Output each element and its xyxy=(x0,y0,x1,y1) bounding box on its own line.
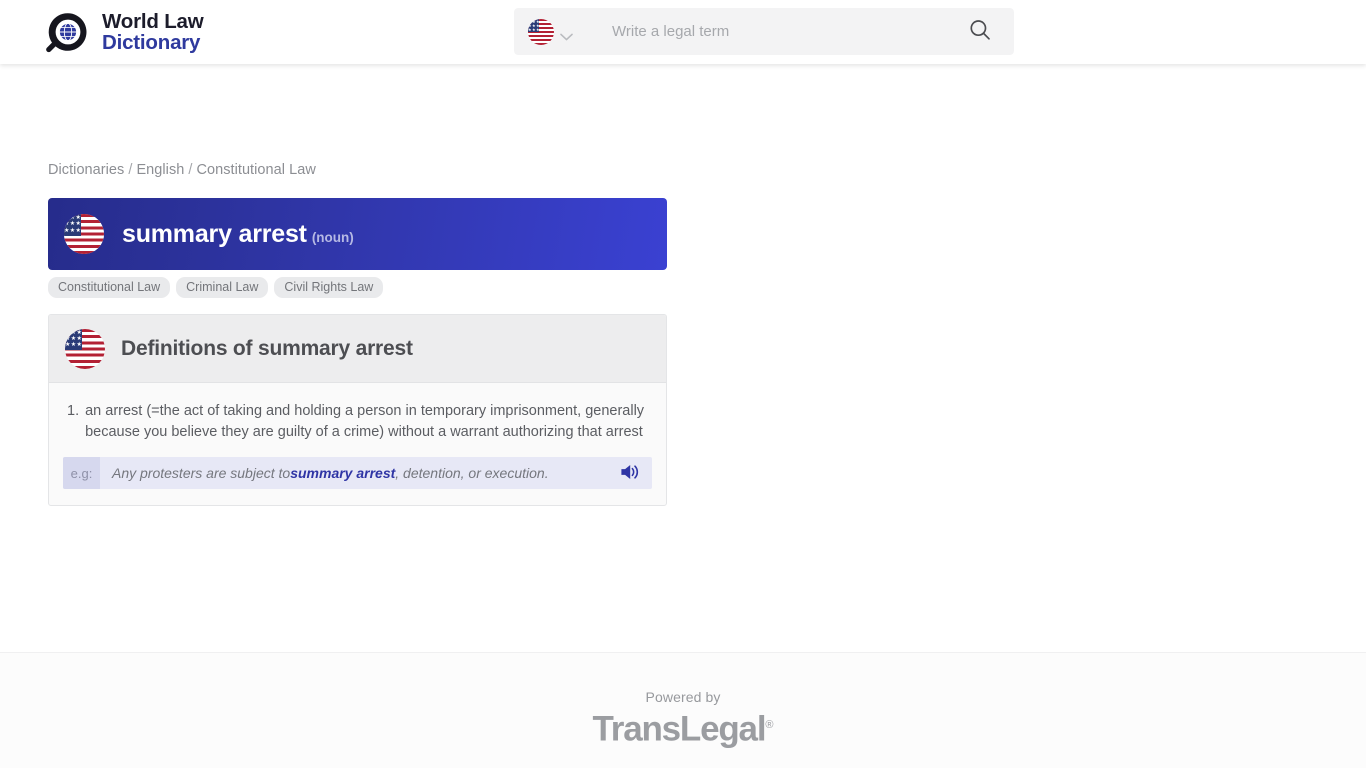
example-text-after: , detention, or execution. xyxy=(395,465,549,481)
definitions-card: ★★★ ★★★ ★★★ Definitions of summary arres… xyxy=(48,314,667,506)
breadcrumb-item-english[interactable]: English xyxy=(136,162,184,178)
site-footer: Powered by TransLegal® xyxy=(0,652,1366,768)
tag-civil-rights-law[interactable]: Civil Rights Law xyxy=(274,277,384,298)
term-title: summary arrest xyxy=(122,219,307,248)
tag-constitutional-law[interactable]: Constitutional Law xyxy=(48,277,171,298)
us-flag-icon: ★★★ ★★★ ★★★ xyxy=(64,214,104,254)
language-selector[interactable]: ★★★ ★★★ ★★★ xyxy=(514,8,590,55)
brand-text: World Law Dictionary xyxy=(102,9,204,54)
definition-text: an arrest (=the act of taking and holdin… xyxy=(85,403,645,440)
chevron-down-icon xyxy=(560,28,573,40)
main-content: Dictionaries / English / Constitutional Law … xyxy=(0,64,1366,652)
play-audio-button[interactable] xyxy=(608,457,652,489)
breadcrumb: Dictionaries / English / Constitutional Law xyxy=(48,162,316,178)
definitions-card-header: ★★★ ★★★ ★★★ Definitions of summary arres… xyxy=(49,315,666,383)
search-input[interactable] xyxy=(612,8,966,55)
brand-line-2: Dictionary xyxy=(102,30,201,54)
trademark-symbol: ® xyxy=(765,719,774,731)
definition-number: 1. xyxy=(67,403,80,419)
speaker-icon xyxy=(619,461,641,486)
example-text: Any protesters are subject to summary ar… xyxy=(100,457,608,489)
breadcrumb-item-dictionaries[interactable]: Dictionaries xyxy=(48,162,124,178)
search-field xyxy=(590,8,1014,55)
example-term-highlight: summary arrest xyxy=(290,465,396,481)
definitions-title: Definitions of summary arrest xyxy=(121,336,413,360)
term-part-of-speech: (noun) xyxy=(311,229,354,245)
search-icon xyxy=(968,18,992,45)
example-text-before: Any protesters are subject to xyxy=(112,465,291,481)
search-button[interactable] xyxy=(966,18,994,46)
translegal-logo: TransLegal® xyxy=(0,705,1366,750)
globe-magnifier-icon xyxy=(46,10,90,54)
term-banner: ★★★ ★★★ ★★★ summary arrest (noun) xyxy=(48,198,667,270)
definition-item: 1. an arrest (=the act of taking and hol… xyxy=(63,401,652,443)
site-header: World Law Dictionary ★★★ ★★★ ★★★ xyxy=(0,0,1366,64)
topic-tags: Constitutional Law Criminal Law Civil Ri… xyxy=(48,277,384,298)
tag-criminal-law[interactable]: Criminal Law xyxy=(176,277,269,298)
translegal-name: TransLegal xyxy=(592,709,767,749)
breadcrumb-separator: / xyxy=(188,162,193,178)
brand-line-1: World Law xyxy=(102,9,204,33)
brand-logo-link[interactable]: World Law Dictionary xyxy=(46,9,204,54)
breadcrumb-item-constitutional-law[interactable]: Constitutional Law xyxy=(196,162,315,178)
example-label: e.g: xyxy=(63,457,100,489)
search-bar: ★★★ ★★★ ★★★ xyxy=(514,8,1014,55)
term-heading: summary arrest (noun) xyxy=(122,220,354,249)
us-flag-icon: ★★★ ★★★ ★★★ xyxy=(65,328,105,369)
definitions-card-body: 1. an arrest (=the act of taking and hol… xyxy=(49,383,666,505)
powered-by-label: Powered by xyxy=(645,689,721,705)
us-flag-icon: ★★★ ★★★ ★★★ xyxy=(528,18,554,45)
breadcrumb-separator: / xyxy=(128,162,133,178)
example-sentence-row: e.g: Any protesters are subject to summa… xyxy=(63,457,652,489)
